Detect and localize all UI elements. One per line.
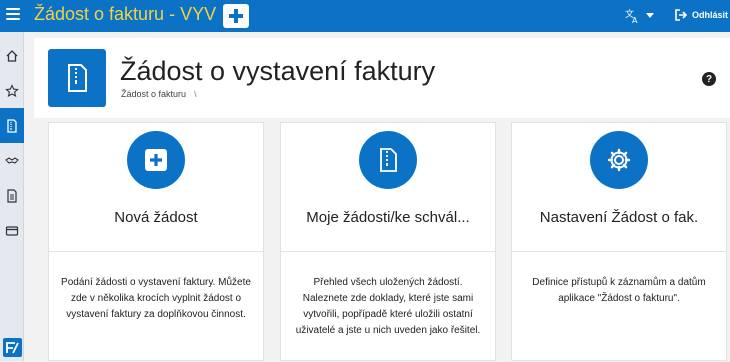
- page-header: Žádost o vystavení faktury Žádost o fakt…: [34, 38, 730, 118]
- card-title[interactable]: Moje žádosti/ke schvál...: [281, 209, 495, 226]
- hamburger-icon[interactable]: [6, 8, 20, 22]
- sidebar-item-requests[interactable]: [0, 108, 24, 143]
- app-title[interactable]: Žádost o fakturu - VYV: [34, 4, 216, 25]
- translate-icon[interactable]: 文 A: [624, 8, 640, 24]
- chevron-down-icon[interactable]: [646, 13, 654, 18]
- app-logo-icon[interactable]: [3, 338, 22, 357]
- gear-icon: [590, 131, 648, 189]
- card-new-request[interactable]: Nová žádost Podání žádosti o vystavení f…: [48, 122, 264, 361]
- card-my-requests[interactable]: Moje žádosti/ke schvál... Přehled všech …: [280, 122, 496, 361]
- add-button[interactable]: [223, 4, 249, 28]
- top-bar: Žádost o fakturu - VYV 文 A Odhlásit: [0, 0, 730, 32]
- logout-button[interactable]: Odhlásit: [674, 8, 728, 22]
- sidebar-item-favorites[interactable]: [0, 73, 24, 108]
- sidebar: [0, 32, 24, 361]
- sidebar-item-handshake[interactable]: [0, 143, 24, 178]
- document-zip-icon: [7, 118, 17, 133]
- page-title: Žádost o vystavení faktury: [120, 56, 436, 86]
- breadcrumb: Žádost o fakturu \: [121, 89, 197, 99]
- help-icon[interactable]: ?: [702, 72, 716, 86]
- card-description: Přehled všech uložených žádostí. Nalezne…: [295, 277, 481, 336]
- card-title[interactable]: Nastavení Žádost o fak.: [512, 209, 726, 226]
- card-description: Podání žádosti o vystavení faktury. Může…: [61, 277, 251, 320]
- logout-label: Odhlásit: [692, 10, 729, 20]
- document-zip-icon: [48, 49, 106, 107]
- card-title[interactable]: Nová žádost: [49, 209, 263, 226]
- svg-text:A: A: [632, 16, 638, 24]
- plus-icon-bar: [229, 14, 243, 18]
- sidebar-item-documents[interactable]: [0, 178, 24, 213]
- handshake-icon: [5, 156, 19, 164]
- plus-square-icon: [127, 131, 185, 189]
- star-icon: [5, 83, 19, 97]
- breadcrumb-item[interactable]: Žádost o fakturu: [121, 89, 186, 99]
- sidebar-item-home[interactable]: [0, 38, 24, 73]
- breadcrumb-separator: \: [194, 89, 197, 99]
- card-settings[interactable]: Nastavení Žádost o fak. Definice přístup…: [511, 122, 727, 361]
- logout-icon: [675, 9, 688, 21]
- divider: [512, 251, 726, 252]
- sidebar-item-card[interactable]: [0, 213, 24, 248]
- document-icon: [7, 188, 17, 203]
- card-description: Definice přístupů k záznamům a datům apl…: [532, 277, 706, 304]
- divider: [281, 251, 495, 252]
- home-icon: [6, 49, 18, 62]
- divider: [49, 251, 263, 252]
- card-icon: [5, 225, 19, 236]
- document-zip-icon: [359, 131, 417, 189]
